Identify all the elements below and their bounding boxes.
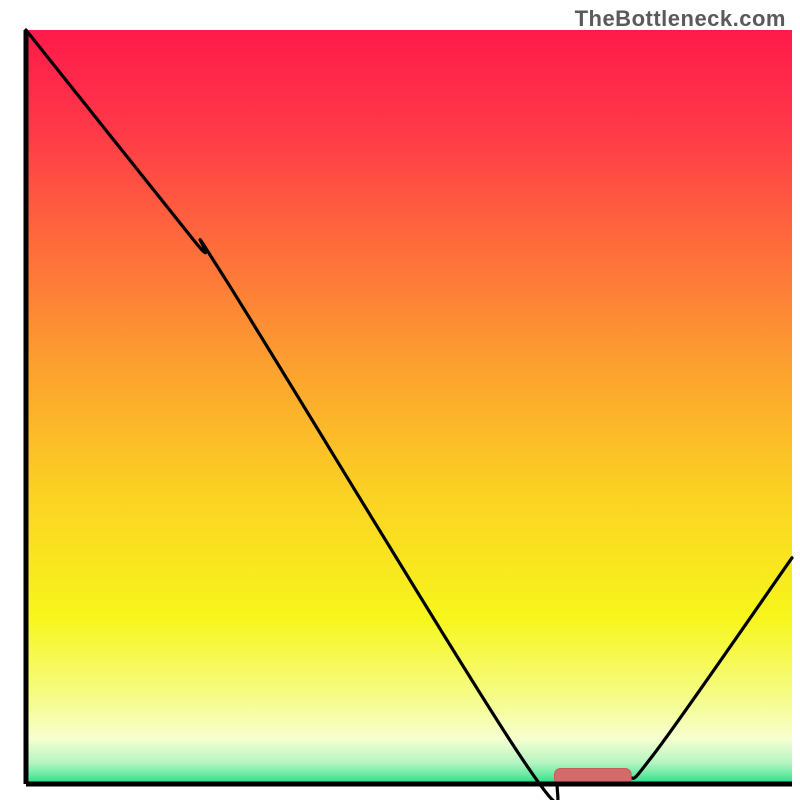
plot-area [26, 30, 792, 784]
bottleneck-chart [0, 0, 800, 800]
watermark-text: TheBottleneck.com [575, 6, 786, 32]
